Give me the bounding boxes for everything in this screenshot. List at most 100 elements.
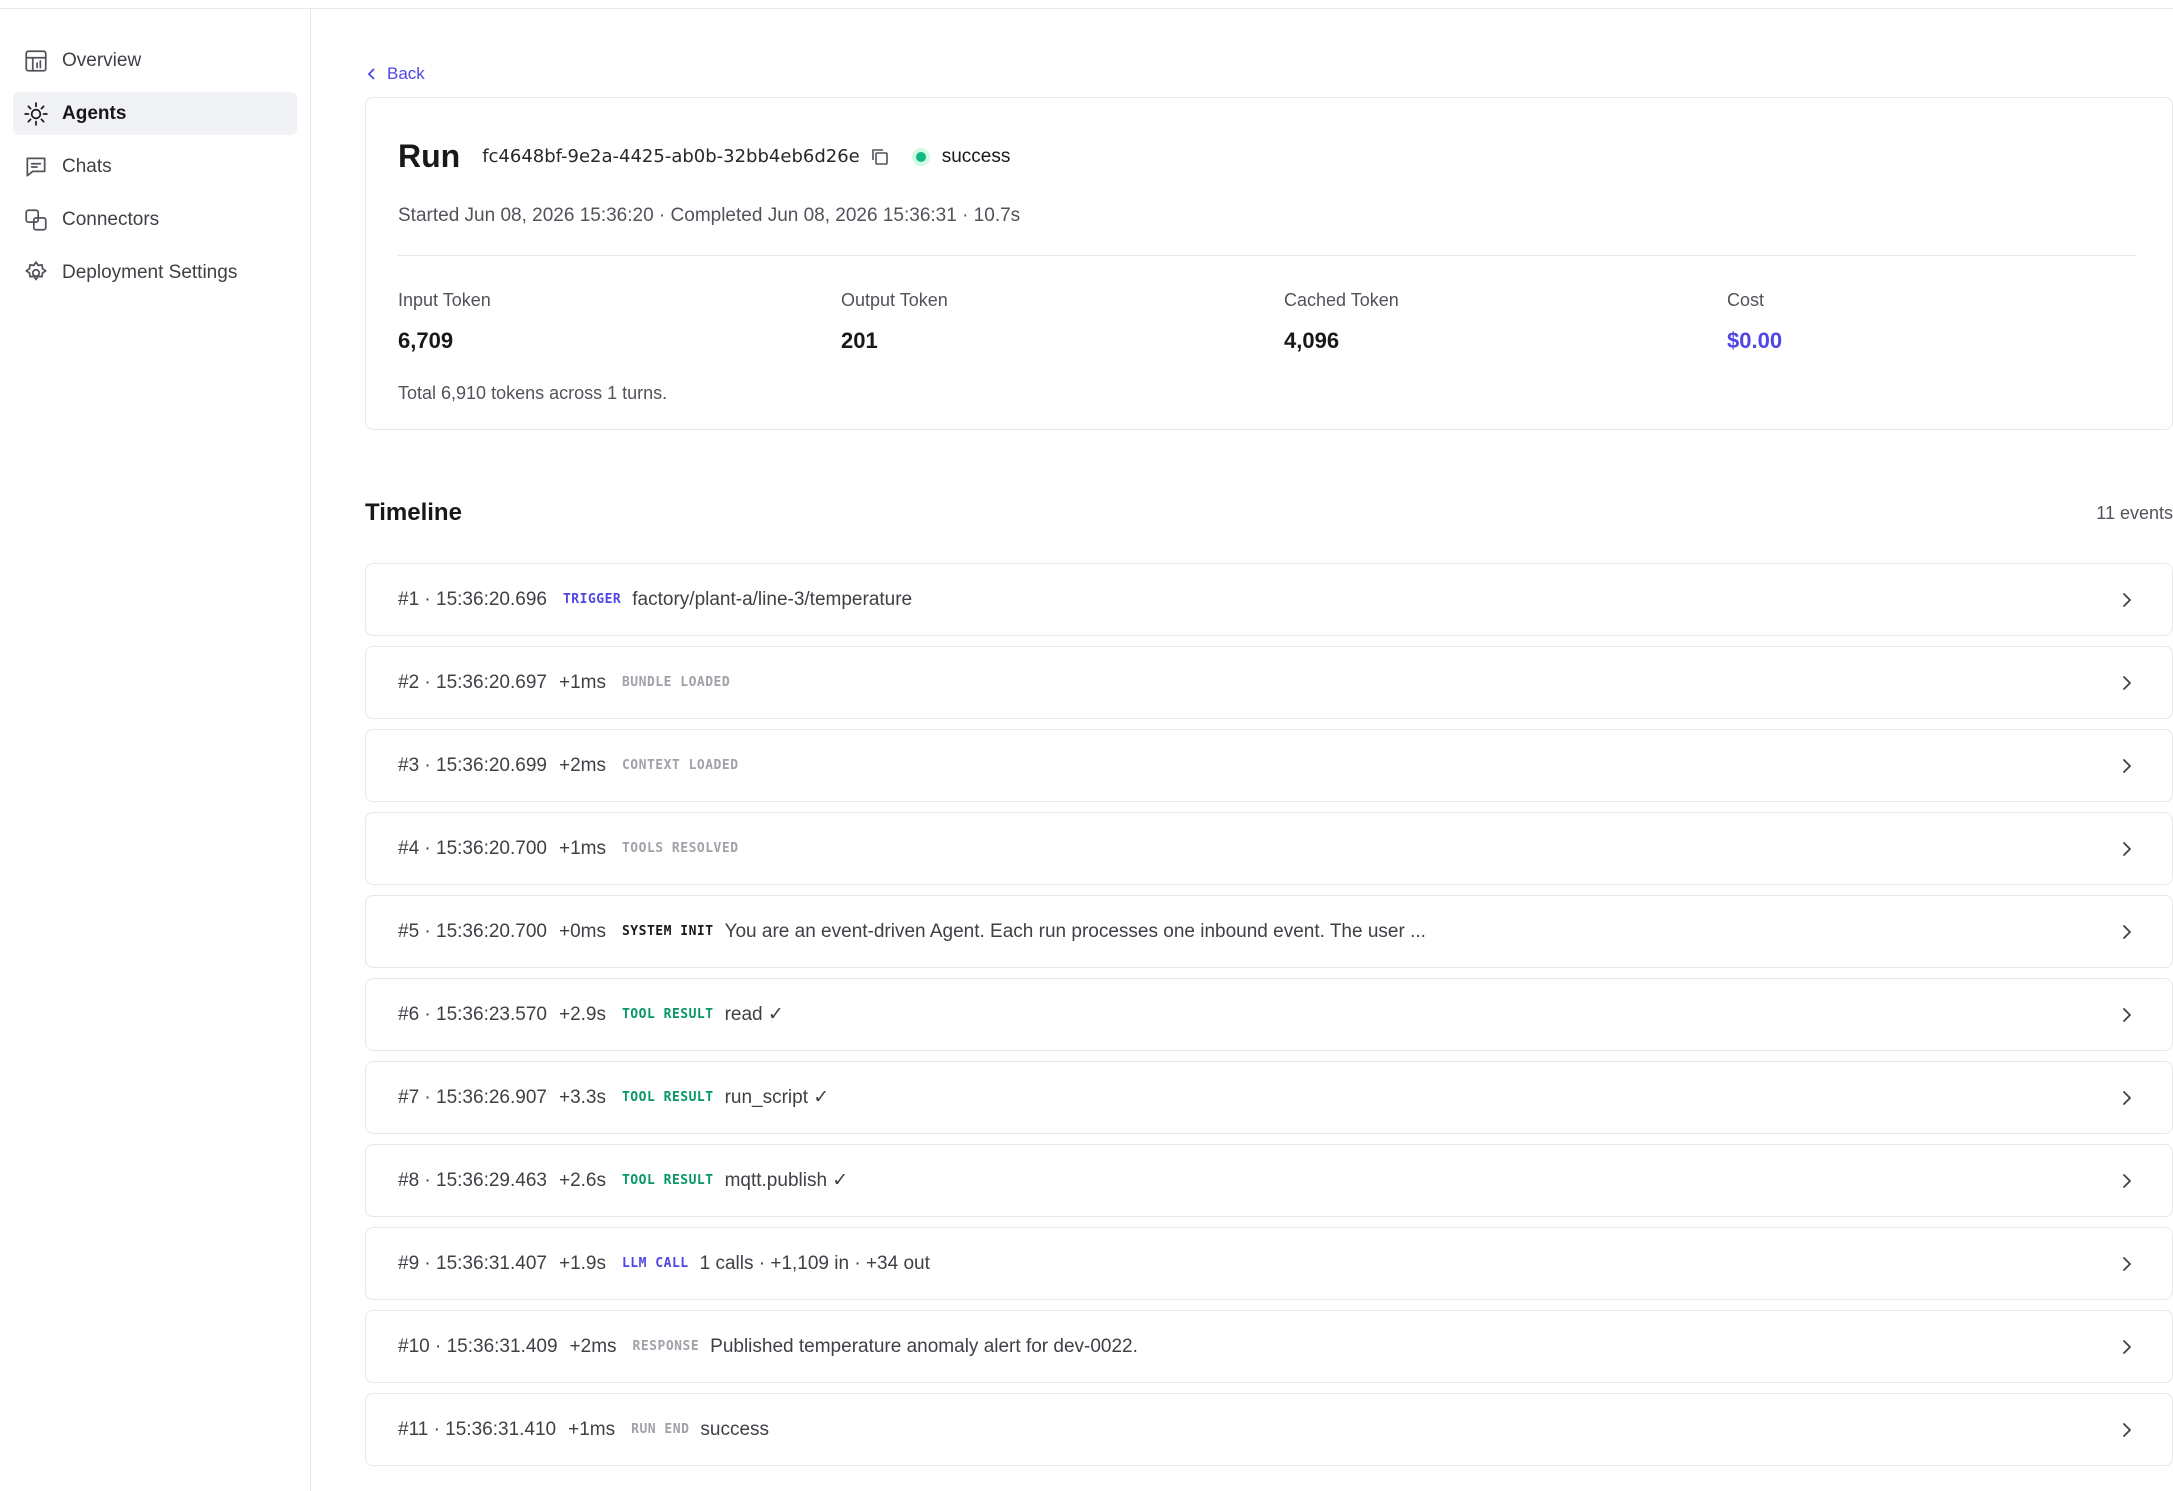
chevron-right-icon <box>2118 923 2136 941</box>
chevron-right-icon <box>2118 1255 2136 1273</box>
chevron-right-icon <box>2118 674 2136 692</box>
timeline-event[interactable]: #8 · 15:36:29.463 +2.6s TOOL RESULT mqtt.pu… <box>365 1144 2173 1217</box>
event-index-time: #9 · 15:36:31.407 <box>398 1252 547 1274</box>
timeline-event[interactable]: #2 · 15:36:20.697 +1ms BUNDLE LOADED <box>365 646 2173 719</box>
run-summary-card: Run fc4648bf-9e2a-4425-ab0b-32bb4eb6d26e… <box>365 97 2173 430</box>
divider <box>398 255 2136 256</box>
event-index-time: #5 · 15:36:20.700 <box>398 920 547 942</box>
stat-label: Cost <box>1727 290 1765 310</box>
event-type-tag: RUN END <box>631 1422 690 1437</box>
tokens-total: Total 6,910 tokens across 1 turns. <box>398 383 668 403</box>
event-type-tag: TOOL RESULT <box>621 1173 714 1188</box>
gear-icon <box>22 259 50 287</box>
event-type-tag: LLM CALL <box>621 1256 689 1271</box>
sidebar-item-label: Connectors <box>62 208 160 230</box>
stat-value: $0.00 <box>1727 328 1783 353</box>
event-delta: +2ms <box>558 754 606 776</box>
event-summary: mqtt.publish ✓ <box>724 1170 849 1191</box>
event-type-tag: SYSTEM INIT <box>621 924 714 939</box>
chevron-right-icon <box>2118 591 2136 609</box>
stat-label: Cached Token <box>1284 290 1399 310</box>
stat-value: 4,096 <box>1284 328 1340 353</box>
back-label: Back <box>387 64 425 83</box>
event-type-tag: TRIGGER <box>562 592 622 607</box>
event-index-time: #4 · 15:36:20.700 <box>398 837 547 859</box>
agents-icon <box>22 100 50 128</box>
event-index-time: #11 · 15:36:31.410 <box>398 1418 557 1440</box>
back-link[interactable]: Back <box>365 64 425 84</box>
event-delta: +1ms <box>558 837 606 859</box>
status-indicator <box>911 147 930 166</box>
run-timing: Started Jun 08, 2026 15:36:20 · Complete… <box>398 205 1021 226</box>
chevron-right-icon <box>2118 1338 2136 1356</box>
timeline-event[interactable]: #9 · 15:36:31.407 +1.9s LLM CALL 1 calls · … <box>365 1227 2173 1300</box>
run-id: fc4648bf-9e2a-4425-ab0b-32bb4eb6d26e <box>482 146 860 167</box>
sidebar-item-chats[interactable]: Chats <box>13 145 297 188</box>
timeline-event[interactable]: #1 · 15:36:20.696 TRIGGER factory/plant-a/… <box>365 563 2173 636</box>
event-type-tag: RESPONSE <box>632 1339 700 1354</box>
sidebar-item-agents[interactable]: Agents <box>13 92 297 135</box>
event-delta: +1ms <box>568 1418 616 1440</box>
timeline-event[interactable]: #5 · 15:36:20.700 +0ms SYSTEM INIT You are … <box>365 895 2173 968</box>
event-type-tag: TOOL RESULT <box>621 1007 714 1022</box>
stat-cost: Cost $0.00 <box>1727 290 1782 354</box>
event-index-time: #1 · 15:36:20.696 <box>398 588 547 610</box>
stat-input-token: Input Token 6,709 <box>398 290 491 354</box>
run-header: Run fc4648bf-9e2a-4425-ab0b-32bb4eb6d26e… <box>398 138 1010 175</box>
event-index-time: #7 · 15:36:26.907 <box>398 1086 547 1108</box>
chevron-right-icon <box>2118 757 2136 775</box>
chevron-right-icon <box>2118 1006 2136 1024</box>
event-index-time: #3 · 15:36:20.699 <box>398 754 547 776</box>
event-delta: +2.9s <box>558 1003 606 1025</box>
sidebar-item-label: Overview <box>62 49 142 71</box>
timeline-event[interactable]: #4 · 15:36:20.700 +1ms TOOLS RESOLVED <box>365 812 2173 885</box>
event-delta: +2ms <box>569 1335 617 1357</box>
event-delta: +2.6s <box>558 1169 606 1191</box>
event-type-tag: TOOLS RESOLVED <box>621 841 739 856</box>
event-type-tag: CONTEXT LOADED <box>621 758 739 773</box>
sidebar-item-label: Deployment Settings <box>62 261 238 283</box>
run-title: Run <box>398 138 461 174</box>
event-summary: factory/plant-a/line-3/temperature <box>632 588 913 610</box>
timeline-event[interactable]: #11 · 15:36:31.410 +1ms RUN END success <box>365 1393 2173 1466</box>
timeline-title: Timeline <box>365 499 462 526</box>
top-bar <box>0 0 2173 9</box>
timeline-event-count: 11 events <box>2096 503 2173 523</box>
stat-output-token: Output Token 201 <box>841 290 948 354</box>
event-summary: You are an event-driven Agent. Each run … <box>724 920 1426 942</box>
timeline-event[interactable]: #6 · 15:36:23.570 +2.9s TOOL RESULT read ✓ <box>365 978 2173 1051</box>
event-index-time: #6 · 15:36:23.570 <box>398 1003 547 1025</box>
sidebar: Overview Agents Chats Connectors Deploym… <box>0 9 311 1491</box>
event-delta: +1.9s <box>558 1252 606 1274</box>
event-index-time: #10 · 15:36:31.409 <box>398 1335 558 1357</box>
event-summary: 1 calls · +1,109 in · +34 out <box>699 1252 930 1274</box>
copy-icon[interactable] <box>870 146 892 168</box>
sidebar-item-overview[interactable]: Overview <box>13 39 297 82</box>
event-index-time: #8 · 15:36:29.463 <box>398 1169 547 1191</box>
connectors-icon <box>22 206 50 234</box>
stat-value: 6,709 <box>398 328 454 353</box>
timeline-event[interactable]: #10 · 15:36:31.409 +2ms RESPONSE Published … <box>365 1310 2173 1383</box>
event-summary: read ✓ <box>724 1004 784 1025</box>
sidebar-item-label: Agents <box>62 102 127 124</box>
event-summary: run_script ✓ <box>724 1087 830 1108</box>
sidebar-item-deployment-settings[interactable]: Deployment Settings <box>13 251 297 294</box>
event-delta: +1ms <box>558 671 606 693</box>
event-type-tag: TOOL RESULT <box>621 1090 714 1105</box>
status-badge: success <box>941 145 1011 167</box>
timeline-event[interactable]: #7 · 15:36:26.907 +3.3s TOOL RESULT run_scr… <box>365 1061 2173 1134</box>
event-summary: Published temperature anomaly alert for … <box>710 1335 1138 1357</box>
event-type-tag: BUNDLE LOADED <box>621 675 731 690</box>
sidebar-item-label: Chats <box>62 155 112 177</box>
chevron-left-icon <box>367 68 375 80</box>
timeline-events: #1 · 15:36:20.696 TRIGGER factory/plant-a/… <box>365 563 2173 1476</box>
chevron-right-icon <box>2118 1089 2136 1107</box>
stat-label: Input Token <box>398 290 491 310</box>
event-summary: success <box>700 1418 770 1440</box>
stat-label: Output Token <box>841 290 948 310</box>
chevron-right-icon <box>2118 840 2136 858</box>
chevron-right-icon <box>2118 1421 2136 1439</box>
timeline-event[interactable]: #3 · 15:36:20.699 +2ms CONTEXT LOADED <box>365 729 2173 802</box>
sidebar-item-connectors[interactable]: Connectors <box>13 198 297 241</box>
overview-icon <box>22 47 50 75</box>
